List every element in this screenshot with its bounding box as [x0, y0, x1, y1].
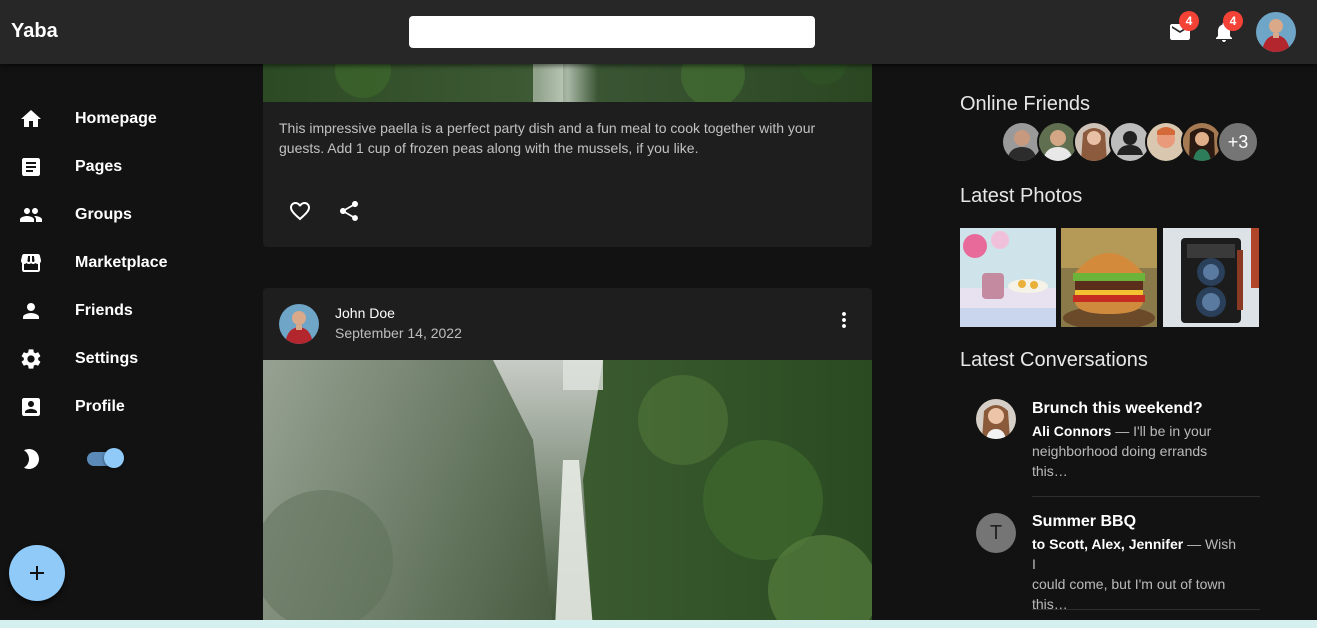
heart-icon	[290, 202, 310, 221]
conversation-title[interactable]: Summer BBQ	[1032, 513, 1136, 531]
more-vert-icon	[842, 312, 846, 328]
settings-icon	[21, 349, 41, 369]
sidebar-item-label: Profile	[75, 398, 125, 415]
conversation-title[interactable]: Brunch this weekend?	[1032, 400, 1203, 418]
sidebar-item-profile[interactable]: Profile	[0, 383, 240, 431]
photo-thumbnail[interactable]	[960, 228, 1056, 327]
divider	[1032, 496, 1260, 497]
add-fab-button[interactable]	[9, 545, 65, 601]
latest-photos-title: Latest Photos	[960, 185, 1083, 207]
share-button[interactable]	[337, 199, 361, 223]
sidebar-item-label: Pages	[75, 158, 123, 175]
article-icon	[22, 158, 40, 176]
conversation-preview: to Scott, Alex, Jennifer — Wish I could …	[1032, 534, 1242, 614]
groups-icon	[20, 208, 42, 222]
notifications-badge: 4	[1223, 11, 1243, 31]
sidebar-item-groups[interactable]: Groups	[0, 191, 240, 239]
online-friends-title: Online Friends	[960, 93, 1091, 115]
photo-thumbnail[interactable]	[1163, 228, 1259, 327]
conversation-text: — I'll be in your	[1111, 423, 1212, 439]
search-input[interactable]	[409, 16, 815, 48]
conversation-from: to Scott, Alex, Jennifer	[1032, 536, 1184, 552]
person-icon	[23, 303, 39, 319]
photo-thumbnail[interactable]	[1061, 228, 1157, 327]
post-text: This impressive paella is a perfect part…	[279, 120, 816, 156]
post-date: September 14, 2022	[335, 325, 462, 341]
sidebar-item-label: Homepage	[75, 110, 157, 127]
sidebar-item-homepage[interactable]: Homepage	[0, 95, 240, 143]
storefront-icon	[21, 254, 41, 272]
conversation-preview: Ali Connors — I'll be in your neighborho…	[1032, 421, 1242, 481]
post-menu-button[interactable]	[832, 308, 856, 332]
sidebar: Homepage Pages Groups Marketplace Friend…	[0, 64, 240, 628]
conversation-text: could come, but I'm out of town	[1032, 576, 1226, 592]
window-bottom-edge	[0, 620, 1317, 628]
sidebar-item-friends[interactable]: Friends	[0, 287, 240, 335]
notifications-button[interactable]: 4	[1212, 11, 1243, 44]
moon-icon	[24, 449, 39, 469]
mail-button[interactable]: 4	[1168, 11, 1199, 44]
toggle-thumb	[104, 448, 124, 468]
sidebar-item-label: Settings	[75, 350, 139, 367]
sidebar-item-label: Groups	[75, 206, 132, 223]
conversation-from: Ali Connors	[1032, 423, 1112, 439]
post-card: John Doe September 14, 2022	[263, 288, 872, 628]
post-author[interactable]: John Doe	[335, 305, 395, 321]
conversation-text: this…	[1032, 463, 1068, 479]
mail-badge: 4	[1179, 11, 1199, 31]
more-friends-count[interactable]: +3	[1217, 121, 1259, 163]
app-logo[interactable]: Yaba	[11, 20, 58, 43]
post-card: This impressive paella is a perfect part…	[263, 40, 872, 247]
share-icon	[340, 201, 358, 221]
conversation-avatar[interactable]	[976, 399, 1016, 439]
conversation-avatar[interactable]: T	[976, 513, 1016, 553]
sidebar-item-pages[interactable]: Pages	[0, 143, 240, 191]
latest-conversations-title: Latest Conversations	[960, 349, 1148, 371]
user-avatar[interactable]	[1256, 12, 1296, 52]
sidebar-item-marketplace[interactable]: Marketplace	[0, 239, 240, 287]
sidebar-item-label: Friends	[75, 302, 133, 319]
sidebar-item-label: Marketplace	[75, 254, 168, 271]
app-bar: Yaba 4 4	[0, 0, 1317, 64]
add-icon	[30, 566, 44, 580]
account-box-icon	[22, 398, 40, 416]
dark-mode-toggle[interactable]	[87, 448, 125, 468]
like-button[interactable]	[288, 199, 312, 223]
avatar[interactable]	[279, 304, 319, 344]
post-image	[263, 360, 872, 628]
home-icon	[21, 110, 41, 127]
conversation-text: neighborhood doing errands	[1032, 443, 1208, 459]
divider	[1032, 609, 1260, 610]
sidebar-item-settings[interactable]: Settings	[0, 335, 240, 383]
